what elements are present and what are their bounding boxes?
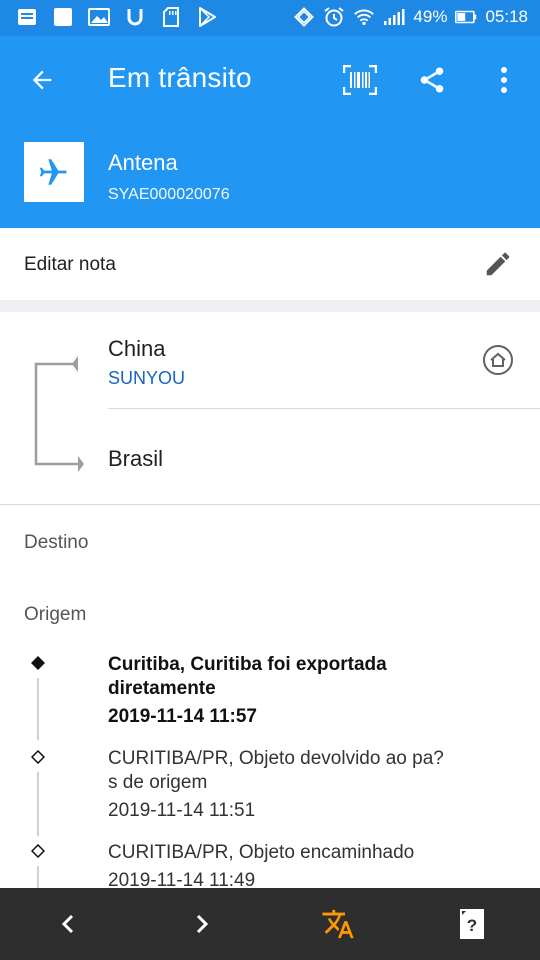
more-vert-icon — [501, 67, 507, 93]
package-name: Antena — [108, 150, 178, 175]
tracking-event: CURITIBA/PR, Objeto devolvido ao pa? s d… — [108, 747, 488, 823]
event-description: CURITIBA/PR, Objeto encaminhado — [108, 842, 415, 863]
wifi-icon — [353, 6, 375, 28]
timeline-connector — [37, 678, 39, 740]
status-bar: 49% 05:18 — [0, 0, 540, 36]
more-options-button[interactable] — [482, 58, 526, 102]
route-divider — [108, 408, 540, 409]
event-description: Curitiba, Curitiba foi exportada diretam… — [108, 654, 387, 699]
alarm-icon — [323, 6, 345, 28]
edit-note-label: Editar nota — [24, 254, 116, 275]
play-store-icon — [196, 6, 218, 28]
home-button[interactable] — [480, 342, 516, 378]
home-icon — [483, 345, 513, 375]
next-button[interactable] — [180, 902, 224, 946]
help-card-icon: ? — [460, 909, 484, 939]
clock: 05:18 — [485, 7, 528, 26]
tracking-timeline: Curitiba, Curitiba foi exportada diretam… — [0, 648, 540, 888]
translate-icon — [322, 909, 354, 939]
barcode-button[interactable] — [338, 58, 382, 102]
chevron-left-icon — [61, 914, 74, 934]
page-title: Em trânsito — [108, 62, 252, 93]
pencil-icon — [486, 252, 510, 276]
translate-button[interactable] — [316, 902, 360, 946]
timeline-current-dot-icon — [31, 656, 45, 670]
rotate-icon — [293, 6, 315, 28]
event-description: CURITIBA/PR, Objeto devolvido ao pa? s d… — [108, 748, 444, 793]
edit-note-row[interactable]: Editar nota — [0, 228, 540, 300]
section-divider — [0, 300, 540, 312]
timeline-dot-icon — [31, 750, 45, 764]
share-button[interactable] — [410, 58, 454, 102]
bottom-navigation: ? — [0, 888, 540, 960]
back-button[interactable] — [18, 60, 66, 100]
carrier-name[interactable]: SUNYOU — [108, 368, 185, 389]
timeline-dot-icon — [31, 844, 45, 858]
airplane-icon — [39, 159, 67, 185]
tracking-event: CURITIBA/PR, Objeto encaminhado 2019-11-… — [108, 841, 488, 888]
route-card: China SUNYOU Brasil — [0, 312, 540, 505]
tracking-code: SYAE000020076 — [108, 186, 230, 203]
timeline-connector — [37, 866, 39, 888]
event-time: 2019-11-14 11:57 — [108, 706, 257, 727]
event-time: 2019-11-14 11:49 — [108, 870, 256, 888]
white-square-icon — [52, 6, 74, 28]
battery-percent: 49% — [413, 7, 448, 26]
u-app-icon — [124, 6, 146, 28]
edit-note-button[interactable] — [478, 244, 518, 284]
route-connector-icon — [34, 356, 84, 472]
battery-icon — [455, 6, 477, 28]
origin-label: Origem — [24, 604, 87, 625]
signal-icon — [383, 6, 405, 28]
chevron-right-icon — [196, 914, 209, 934]
help-button[interactable]: ? — [450, 902, 494, 946]
previous-button[interactable] — [46, 902, 90, 946]
timeline-connector — [37, 772, 39, 836]
event-time: 2019-11-14 11:51 — [108, 800, 256, 821]
origin-country: China — [108, 336, 166, 361]
destination-label: Destino — [24, 532, 89, 553]
share-icon — [420, 67, 444, 93]
notes-icon — [16, 6, 38, 28]
destination-country: Brasil — [108, 446, 164, 471]
arrow-back-icon — [32, 70, 52, 90]
svg-text:?: ? — [467, 916, 477, 935]
barcode-scan-icon — [343, 65, 377, 95]
package-type-icon — [24, 142, 84, 202]
tracking-event: Curitiba, Curitiba foi exportada diretam… — [108, 653, 488, 729]
sd-card-icon — [160, 6, 182, 28]
gallery-icon — [88, 6, 110, 28]
